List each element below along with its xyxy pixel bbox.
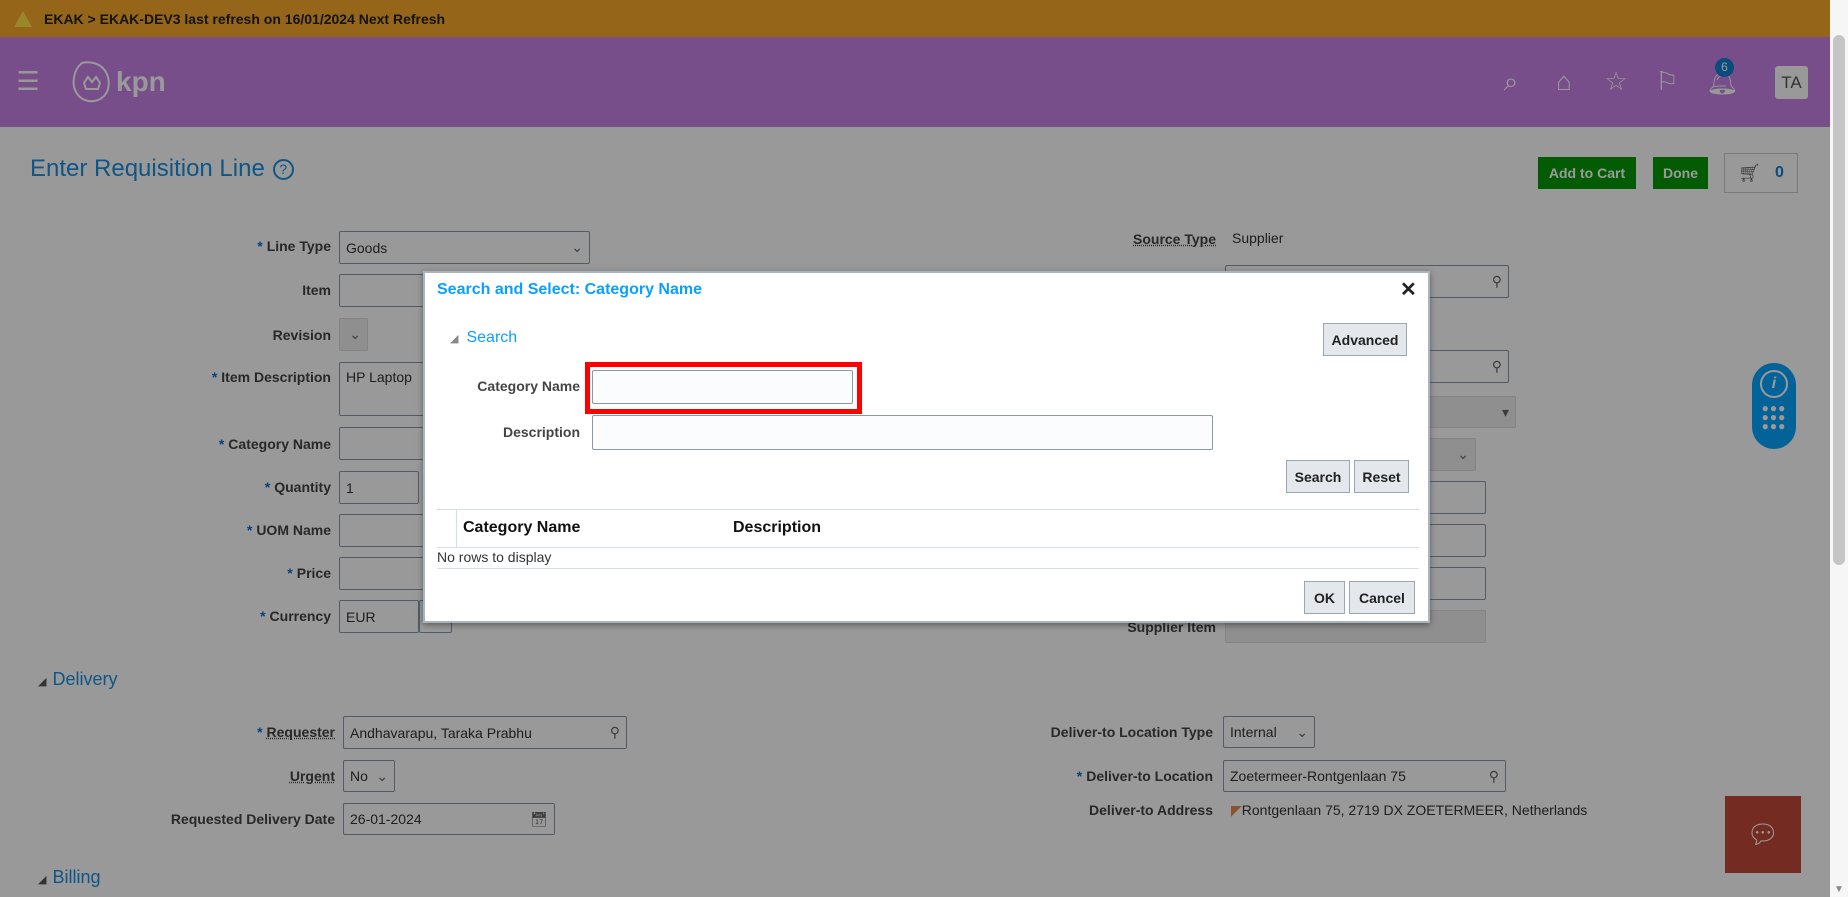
page-scrollbar[interactable]: ▼ (1830, 0, 1848, 897)
description-search-input[interactable] (592, 415, 1213, 450)
empty-table-message: No rows to display (437, 549, 552, 565)
search-select-dialog: Search and Select: Category Name ✕ ◢ Sear… (423, 271, 1430, 623)
collapse-triangle-icon: ◢ (450, 333, 459, 345)
reset-button[interactable]: Reset (1354, 460, 1409, 493)
category-name-search-input[interactable] (592, 370, 853, 404)
search-section-header[interactable]: ◢ Search (450, 329, 517, 347)
advanced-button[interactable]: Advanced (1323, 323, 1407, 356)
description-search-label: Description (502, 424, 580, 440)
column-header-description[interactable]: Description (733, 519, 821, 537)
category-name-search-label: Category Name (477, 378, 580, 394)
dialog-title: Search and Select: Category Name (437, 281, 702, 298)
search-button[interactable]: Search (1286, 460, 1350, 493)
close-icon[interactable]: ✕ (1400, 277, 1417, 302)
ok-button[interactable]: OK (1304, 581, 1345, 614)
cancel-button[interactable]: Cancel (1349, 581, 1415, 614)
column-header-category-name[interactable]: Category Name (463, 519, 580, 537)
